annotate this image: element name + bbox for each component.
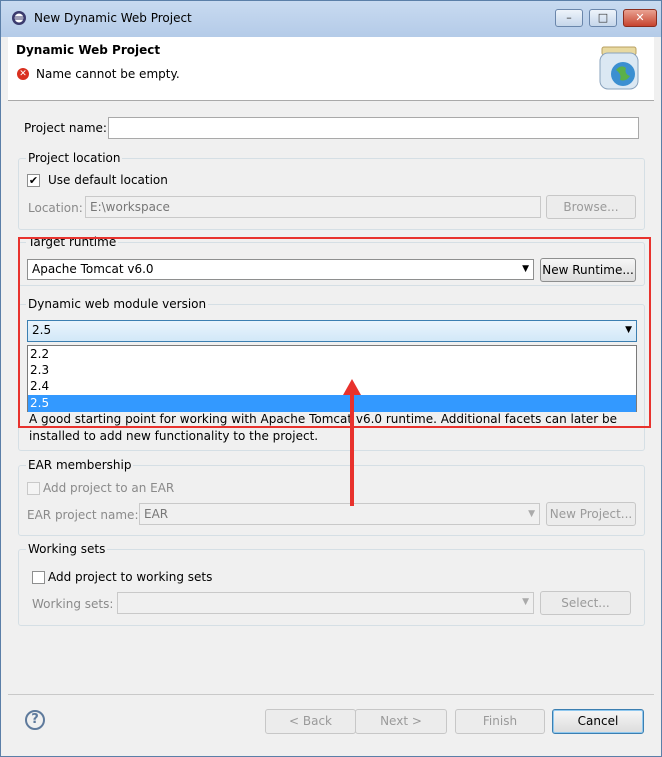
working-sets-title: Working sets <box>26 542 108 556</box>
module-version-description: A good starting point for working with A… <box>29 412 618 443</box>
window-title: New Dynamic Web Project <box>34 11 192 25</box>
new-project-button[interactable]: New Project... <box>546 502 636 526</box>
red-arrow-shaft <box>350 393 354 506</box>
page-title: Dynamic Web Project <box>16 43 161 57</box>
minimize-button[interactable]: – <box>555 9 583 27</box>
eclipse-icon <box>12 11 26 25</box>
target-runtime-combo[interactable]: Apache Tomcat v6.0 ▼ <box>27 259 534 280</box>
close-button[interactable]: ✕ <box>623 9 657 27</box>
chevron-down-icon: ▼ <box>528 509 535 519</box>
chevron-down-icon: ▼ <box>625 325 632 335</box>
project-name-input[interactable] <box>108 117 639 139</box>
browse-button[interactable]: Browse... <box>546 195 636 219</box>
help-icon[interactable]: ? <box>25 710 45 730</box>
footer-separator <box>8 694 654 695</box>
next-button[interactable]: Next > <box>355 709 447 734</box>
use-default-location-label: Use default location <box>48 173 168 187</box>
add-to-ear-checkbox[interactable] <box>27 482 40 495</box>
project-name-label: Project name: <box>24 121 107 135</box>
title-bar: New Dynamic Web Project – □ ✕ <box>1 1 661 37</box>
dropdown-option[interactable]: 2.3 <box>28 362 636 379</box>
location-label: Location: <box>28 201 83 215</box>
ear-membership-title: EAR membership <box>26 458 134 472</box>
working-sets-label: Working sets: <box>32 597 114 611</box>
module-version-value: 2.5 <box>32 323 52 337</box>
finish-button[interactable]: Finish <box>455 709 545 734</box>
project-location-group <box>18 158 645 230</box>
target-runtime-title: Target runtime <box>26 235 119 249</box>
target-runtime-value: Apache Tomcat v6.0 <box>32 262 154 276</box>
module-version-title: Dynamic web module version <box>26 297 209 311</box>
dropdown-option[interactable]: 2.2 <box>28 346 636 363</box>
dropdown-option-selected[interactable]: 2.5 <box>28 395 636 412</box>
select-working-sets-button[interactable]: Select... <box>540 591 631 615</box>
chevron-down-icon: ▼ <box>522 597 529 607</box>
project-location-title: Project location <box>26 151 123 165</box>
cancel-button[interactable]: Cancel <box>552 709 644 734</box>
location-input[interactable]: E:\workspace <box>85 196 541 218</box>
dropdown-option[interactable]: 2.4 <box>28 378 636 395</box>
add-to-working-sets-checkbox[interactable] <box>32 571 45 584</box>
chevron-down-icon: ▼ <box>522 264 529 274</box>
error-message: Name cannot be empty. <box>36 67 180 81</box>
new-dynamic-web-project-dialog: New Dynamic Web Project – □ ✕ Dynamic We… <box>0 0 662 757</box>
add-to-ear-label: Add project to an EAR <box>43 481 175 495</box>
maximize-button[interactable]: □ <box>589 9 617 27</box>
back-button[interactable]: < Back <box>265 709 356 734</box>
web-project-globe-icon <box>599 46 639 90</box>
ear-project-combo[interactable]: EAR ▼ <box>139 503 540 525</box>
error-icon: ✕ <box>17 68 29 80</box>
module-version-dropdown-list: 2.2 2.3 2.4 2.5 <box>27 345 637 412</box>
use-default-location-checkbox[interactable]: ✔ <box>27 174 40 187</box>
new-runtime-button[interactable]: New Runtime... <box>540 258 636 282</box>
working-sets-combo[interactable]: ▼ <box>117 592 534 614</box>
red-arrow-up-icon <box>343 379 361 395</box>
module-version-combo[interactable]: 2.5 ▼ <box>27 320 637 342</box>
ear-project-value: EAR <box>144 507 169 521</box>
ear-project-name-label: EAR project name: <box>27 508 139 522</box>
wizard-header: Dynamic Web Project ✕ Name cannot be emp… <box>8 37 654 101</box>
add-to-working-sets-label: Add project to working sets <box>48 570 213 584</box>
